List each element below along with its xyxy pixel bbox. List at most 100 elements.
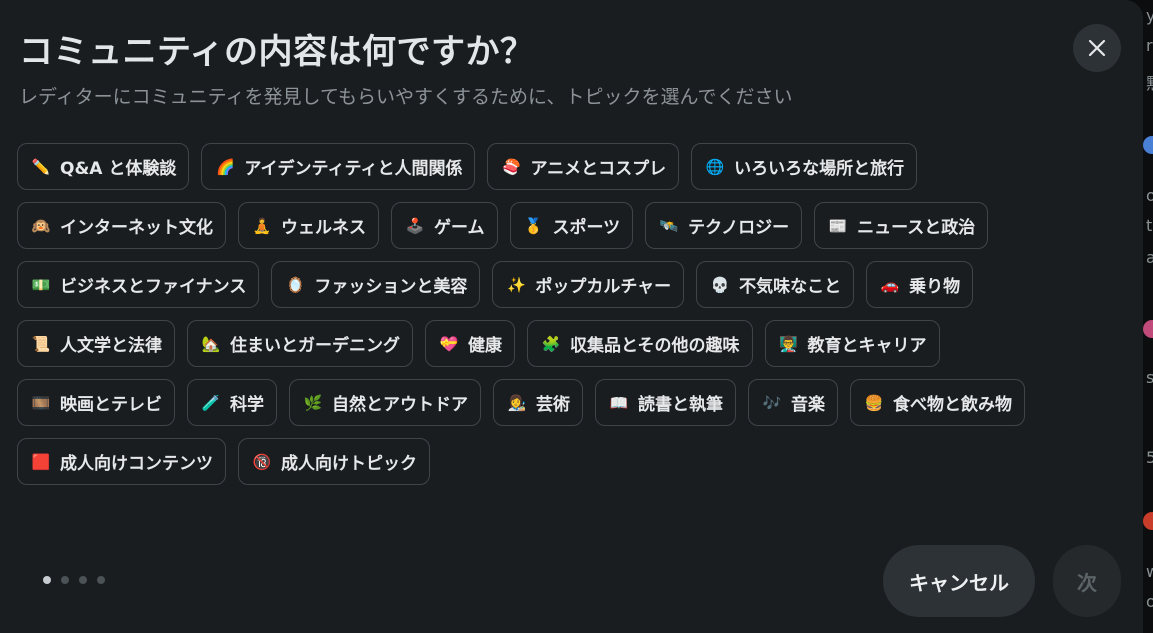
topic-emoji-icon: 👩‍🎨 (507, 393, 527, 412)
topic-chip-label: Q&A と体験談 (60, 159, 177, 179)
topic-emoji-icon: 👨‍🏫 (779, 334, 798, 353)
topic-row: ✏️ Q&A と体験談 🌈 アイデンティティと人間関係 🍣 アニメとコスプレ 🌐 いろいろな場… (17, 143, 1117, 190)
topic-chip-label: アイデンティティと人間関係 (244, 159, 463, 179)
topic-chip[interactable]: 💀 不気味なこと (696, 261, 855, 308)
topic-emoji-icon: 🌿 (303, 393, 323, 412)
topic-chip-label: 食べ物と飲み物 (893, 395, 1012, 415)
topic-chip[interactable]: 🛰️ テクノロジー (645, 202, 803, 249)
close-button[interactable] (1073, 24, 1121, 72)
topic-emoji-icon: 🌐 (705, 157, 725, 176)
topic-emoji-icon: 🕹️ (405, 216, 425, 235)
topic-chip-label: ニュースと政治 (857, 218, 976, 238)
topic-chip[interactable]: 🎶 音楽 (748, 379, 838, 426)
bg-text: 5 (1146, 448, 1153, 467)
topic-emoji-icon: ✨ (506, 275, 526, 294)
topic-chip-label: 映画とテレビ (60, 395, 162, 415)
topic-emoji-icon: 🛰️ (659, 216, 679, 235)
topic-emoji-icon: 🪞 (285, 275, 305, 294)
topic-chip[interactable]: 📰 ニュースと政治 (814, 202, 989, 249)
dialog-title: コミュニティの内容は何ですか？ (19, 32, 535, 72)
topic-chip-label: 健康 (468, 336, 502, 356)
topic-emoji-icon: 🧪 (201, 393, 221, 412)
topic-emoji-icon: 🎞️ (31, 393, 51, 412)
bg-text: th (1146, 216, 1153, 235)
topic-emoji-icon: 🌈 (216, 157, 235, 176)
community-topic-dialog: コミュニティの内容は何ですか？ レディターにコミュニティを発見してもらいやすくす… (0, 0, 1143, 633)
topic-chip-label: 音楽 (791, 395, 825, 415)
close-icon (1088, 39, 1106, 57)
topic-chip-label: 成人向けトピック (281, 454, 417, 474)
topic-chip-label: 乗り物 (909, 277, 961, 297)
topic-chip-label: ポップカルチャー (535, 277, 672, 297)
topic-chip[interactable]: 📖 読書と執筆 (595, 379, 736, 426)
topic-chip[interactable]: 🕹️ ゲーム (391, 202, 498, 249)
bg-text: rt (1146, 36, 1153, 55)
topic-chip-label: 人文学と法律 (60, 336, 162, 356)
cancel-button[interactable]: キャンセル (883, 545, 1035, 617)
topic-chip[interactable]: 🍔 食べ物と飲み物 (850, 379, 1025, 426)
topic-row: 🙉 インターネット文化 🧘 ウェルネス 🕹️ ゲーム 🥇 スポーツ 🛰️ テクノロジー 📰 ニュースと… (17, 202, 1117, 249)
topic-chip[interactable]: 🌈 アイデンティティと人間関係 (201, 143, 476, 190)
topic-chip[interactable]: 📜 人文学と法律 (17, 320, 175, 367)
topic-chip-label: スポーツ (552, 218, 621, 238)
topic-chip[interactable]: 🧘 ウェルネス (238, 202, 379, 249)
topic-emoji-icon: 🙉 (31, 216, 51, 235)
topic-row: 📜 人文学と法律 🏡 住まいとガーデニング 💝 健康 🧩 収集品とその他の趣味 👨‍🏫 教育とキャ… (17, 320, 1117, 367)
topic-chip-label: 住まいとガーデニング (230, 336, 400, 356)
topic-emoji-icon: 🧘 (252, 216, 272, 235)
topic-chip-label: 不気味なこと (739, 277, 842, 297)
topic-chip-label: インターネット文化 (60, 218, 213, 238)
bg-text: a (1146, 248, 1153, 267)
bg-avatar (1143, 136, 1153, 154)
bg-text: 黙 (1146, 70, 1153, 94)
topic-chip[interactable]: 💝 健康 (425, 320, 515, 367)
topic-chip-label: 収集品とその他の趣味 (570, 336, 740, 356)
topic-chip-label: ビジネスとファイナンス (60, 277, 247, 297)
topic-chip-label: 科学 (230, 395, 264, 415)
topic-chip-label: ゲーム (434, 218, 485, 238)
topic-chip[interactable]: 🟥 成人向けコンテンツ (17, 438, 226, 485)
topic-chip-label: 読書と執筆 (638, 395, 723, 415)
topic-chip[interactable]: 🚗 乗り物 (866, 261, 974, 308)
topic-chip[interactable]: ✏️ Q&A と体験談 (17, 143, 190, 190)
bg-text: st (1146, 368, 1153, 387)
topic-chip-label: 教育とキャリア (807, 336, 927, 356)
topic-chip[interactable]: 🎞️ 映画とテレビ (17, 379, 175, 426)
bg-text: y (1146, 6, 1153, 25)
topic-chip[interactable]: 🪞 ファッションと美容 (271, 261, 481, 308)
topic-chip[interactable]: 🔞 成人向けトピック (238, 438, 430, 485)
bg-text: o (1146, 186, 1153, 205)
topic-chip-label: テクノロジー (688, 218, 790, 238)
topic-emoji-icon: 💵 (31, 275, 51, 294)
topic-chip[interactable]: 🌐 いろいろな場所と旅行 (691, 143, 918, 190)
topic-chip[interactable]: 💵 ビジネスとファイナンス (17, 261, 260, 308)
topic-chip[interactable]: 🌿 自然とアウトドア (289, 379, 481, 426)
topic-chip[interactable]: 🧩 収集品とその他の趣味 (527, 320, 753, 367)
topic-chip-label: 成人向けコンテンツ (60, 454, 213, 474)
topic-chip[interactable]: 🧪 科学 (187, 379, 277, 426)
topic-chip-label: ウェルネス (281, 218, 366, 238)
topic-chip-list: ✏️ Q&A と体験談 🌈 アイデンティティと人間関係 🍣 アニメとコスプレ 🌐 いろいろな場… (17, 143, 1117, 497)
topic-chip-label: いろいろな場所と旅行 (734, 159, 905, 179)
topic-chip[interactable]: 🥇 スポーツ (509, 202, 634, 249)
topic-chip[interactable]: 🙉 インターネット文化 (17, 202, 226, 249)
bg-text: w (1146, 562, 1153, 581)
topic-row: 💵 ビジネスとファイナンス 🪞 ファッションと美容 ✨ ポップカルチャー 💀 不気味なこと 🚗 乗… (17, 261, 1117, 308)
topic-chip[interactable]: ✨ ポップカルチャー (492, 261, 685, 308)
topic-chip-label: 自然とアウトドア (332, 395, 468, 415)
topic-emoji-icon: 🧩 (541, 334, 561, 353)
topic-row: 🟥 成人向けコンテンツ 🔞 成人向けトピック (17, 438, 1117, 485)
step-indicator (43, 576, 105, 584)
dialog-subtitle: レディターにコミュニティを発見してもらいやすくするために、トピックを選んでくださ… (19, 86, 793, 108)
topic-emoji-icon: 📰 (828, 216, 848, 235)
next-button: 次 (1053, 545, 1121, 617)
topic-emoji-icon: 🥇 (524, 216, 543, 235)
background-page-edge: y rt 黙 o th a st 5 w or (1143, 0, 1153, 633)
topic-emoji-icon: 🏡 (201, 334, 221, 353)
topic-chip[interactable]: 🏡 住まいとガーデニング (187, 320, 413, 367)
topic-emoji-icon: ✏️ (31, 157, 51, 176)
topic-emoji-icon: 🍣 (502, 157, 521, 176)
topic-chip[interactable]: 👨‍🏫 教育とキャリア (764, 320, 940, 367)
topic-chip[interactable]: 🍣 アニメとコスプレ (487, 143, 680, 190)
topic-chip[interactable]: 👩‍🎨 芸術 (493, 379, 583, 426)
